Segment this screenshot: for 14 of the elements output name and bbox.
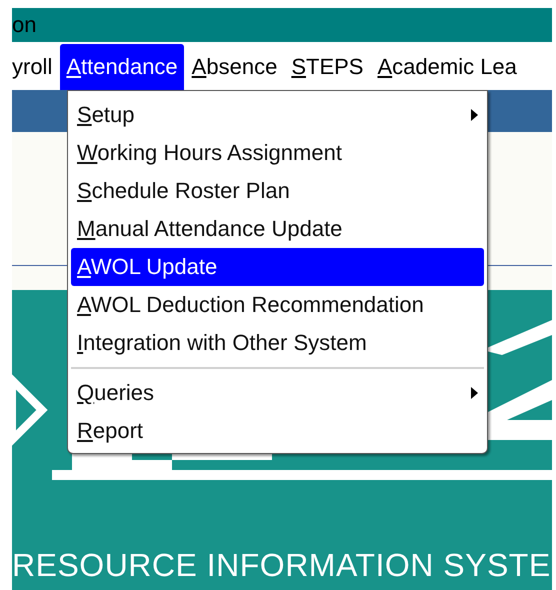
banner-caption: RESOURCE INFORMATION SYSTE <box>12 549 551 581</box>
menu-option[interactable]: AWOL Update <box>71 248 484 286</box>
menu-option[interactable]: Manual Attendance Update <box>71 210 484 248</box>
menu-option[interactable]: Setup <box>71 96 484 134</box>
menu-option[interactable]: Queries <box>71 374 484 412</box>
menu-option[interactable]: AWOL Deduction Recommendation <box>71 286 484 324</box>
window-title: on <box>12 14 36 36</box>
menu-option[interactable]: Report <box>71 412 484 450</box>
menu-option[interactable]: Working Hours Assignment <box>71 134 484 172</box>
menu-option[interactable]: Schedule Roster Plan <box>71 172 484 210</box>
submenu-arrow-icon <box>471 387 478 399</box>
menu-option[interactable]: Integration with Other System <box>71 324 484 362</box>
submenu-arrow-icon <box>471 109 478 121</box>
menu-item[interactable]: Attendance <box>60 44 184 90</box>
